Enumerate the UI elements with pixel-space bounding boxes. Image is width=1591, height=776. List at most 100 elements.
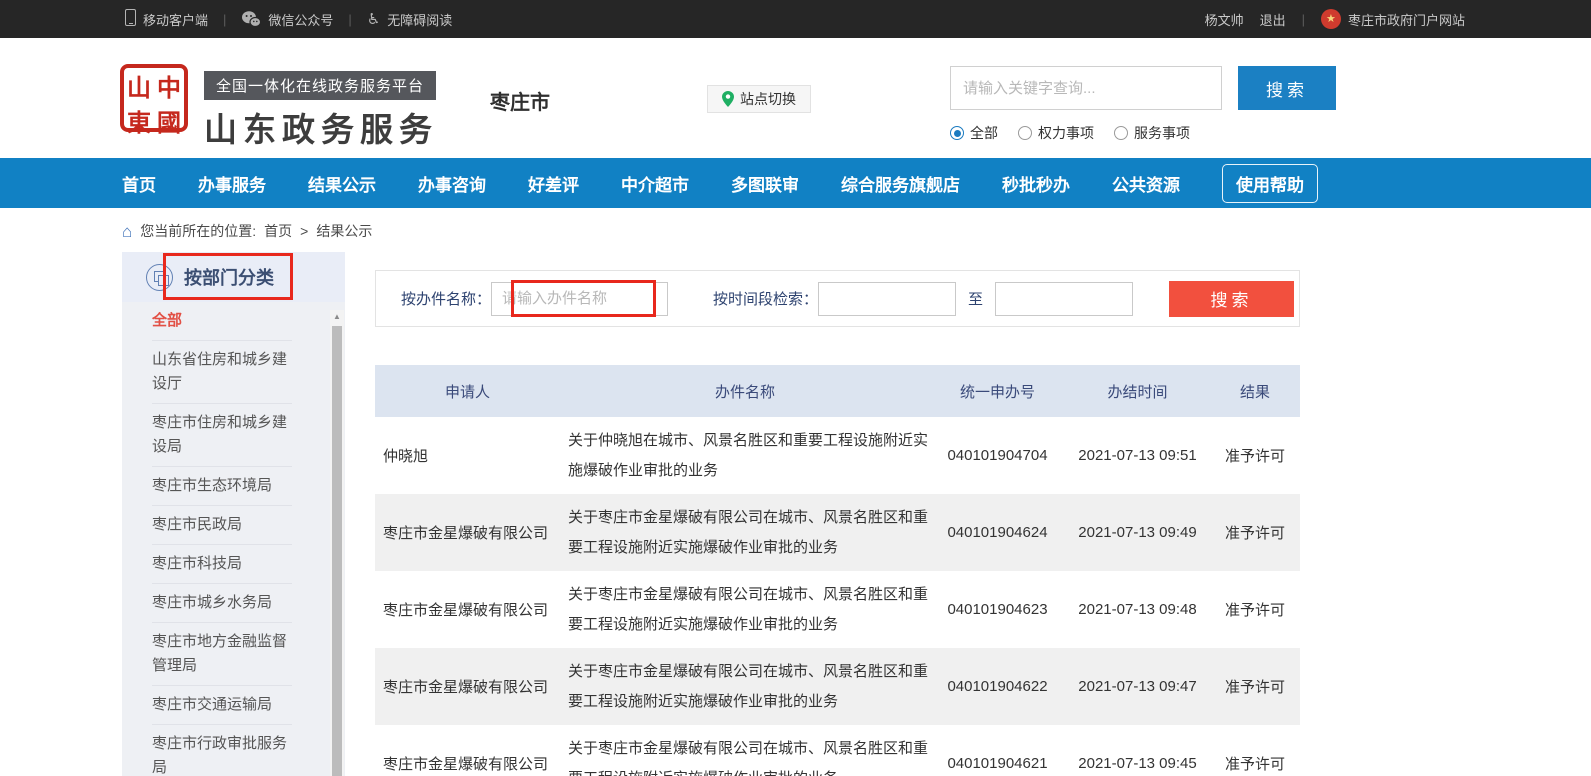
mobile-icon (125, 9, 136, 29)
nav-item[interactable]: 首页 (122, 171, 156, 196)
cell-apply-no: 040101904621 (930, 755, 1065, 772)
username[interactable]: 杨文帅 (1205, 10, 1244, 29)
breadcrumb-home-link[interactable]: 首页 (264, 221, 292, 241)
col-header-apply-no: 统一申办号 (930, 381, 1065, 402)
nav-item[interactable]: 结果公示 (308, 171, 376, 196)
sidebar-scrollbar[interactable]: ▲ (330, 310, 344, 776)
cell-finish-time: 2021-07-13 09:51 (1065, 447, 1210, 464)
department-item[interactable]: 全部 (152, 302, 292, 341)
cell-item-name: 关于枣庄市金星爆破有限公司在城市、风景名胜区和重要工程设施附近实施爆破作业审批的… (560, 734, 930, 776)
seal-char: 中 (154, 68, 184, 103)
topbar-user-area: 杨文帅 退出 | ★ 枣庄市政府门户网站 (1205, 9, 1465, 29)
portal-link-label: 枣庄市政府门户网站 (1348, 10, 1465, 29)
portal-link[interactable]: ★ 枣庄市政府门户网站 (1321, 9, 1465, 29)
department-item[interactable]: 枣庄市生态环境局 (152, 467, 292, 506)
nav-item[interactable]: 使用帮助 (1222, 164, 1318, 203)
name-filter-label: 按办件名称： (401, 288, 491, 309)
radio-icon[interactable] (1114, 126, 1128, 140)
department-item[interactable]: 枣庄市民政局 (152, 506, 292, 545)
cell-applicant: 枣庄市金星爆破有限公司 (375, 599, 560, 620)
nav-item[interactable]: 办事服务 (198, 171, 266, 196)
cell-result: 准予许可 (1210, 522, 1300, 543)
seal-char: 山 (124, 68, 154, 103)
department-list-panel: 全部 山东省住房和城乡建设厅 枣庄市住房和城乡建设局 枣庄市生态环境局 枣庄市民… (122, 302, 345, 776)
cell-apply-no: 040101904624 (930, 524, 1065, 541)
filter-search-button[interactable]: 搜索 (1169, 281, 1294, 317)
cell-finish-time: 2021-07-13 09:49 (1065, 524, 1210, 541)
table-row[interactable]: 仲晓旭 关于仲晓旭在城市、风景名胜区和重要工程设施附近实施爆破作业审批的业务 0… (375, 417, 1300, 494)
department-item[interactable]: 枣庄市行政审批服务局 (152, 725, 292, 776)
cell-item-name: 关于枣庄市金星爆破有限公司在城市、风景名胜区和重要工程设施附近实施爆破作业审批的… (560, 580, 930, 640)
logo-text-block: 全国一体化在线政务服务平台 山东政务服务 (204, 71, 438, 151)
cell-apply-no: 040101904704 (930, 447, 1065, 464)
keyword-search-input[interactable] (950, 66, 1222, 110)
cell-item-name: 关于枣庄市金星爆破有限公司在城市、风景名胜区和重要工程设施附近实施爆破作业审批的… (560, 657, 930, 717)
scope-radio-option[interactable]: 权力事项 (1018, 123, 1094, 143)
department-item[interactable]: 枣庄市交通运输局 (152, 686, 292, 725)
radio-icon[interactable] (1018, 126, 1032, 140)
shandong-seal-logo: 山 中 東 國 (120, 64, 188, 132)
topbar-link[interactable]: 微信公众号 (241, 10, 333, 29)
cell-result: 准予许可 (1210, 599, 1300, 620)
cell-applicant: 枣庄市金星爆破有限公司 (375, 753, 560, 774)
site-switch-button[interactable]: 站点切换 (707, 85, 811, 113)
topbar-link-label: 无障碍阅读 (387, 10, 452, 29)
nav-item[interactable]: 多图联审 (731, 171, 799, 196)
seal-char: 國 (154, 103, 184, 138)
topbar-links: 移动客户端 | 微信公众号 | ♿ 无障碍阅读 (125, 9, 452, 29)
col-header-applicant: 申请人 (375, 381, 560, 402)
current-city: 枣庄市 (490, 86, 550, 115)
cell-finish-time: 2021-07-13 09:45 (1065, 755, 1210, 772)
nav-item[interactable]: 秒批秒办 (1002, 171, 1070, 196)
keyword-search-button[interactable]: 搜索 (1238, 66, 1336, 110)
department-item[interactable]: 枣庄市科技局 (152, 545, 292, 584)
table-row[interactable]: 枣庄市金星爆破有限公司 关于枣庄市金星爆破有限公司在城市、风景名胜区和重要工程设… (375, 494, 1300, 571)
breadcrumb-separator: > (300, 223, 308, 239)
department-item[interactable]: 枣庄市住房和城乡建设局 (152, 404, 292, 467)
scope-radio-option[interactable]: 全部 (950, 123, 998, 143)
date-from-input[interactable] (818, 282, 956, 316)
main-navigation: 首页 办事服务 结果公示 办事咨询 好差评 中介超市 多图联审 综合服务旗舰店 … (0, 158, 1591, 208)
department-item[interactable]: 山东省住房和城乡建设厅 (152, 341, 292, 404)
department-item[interactable]: 枣庄市城乡水务局 (152, 584, 292, 623)
table-row[interactable]: 枣庄市金星爆破有限公司 关于枣庄市金星爆破有限公司在城市、风景名胜区和重要工程设… (375, 648, 1300, 725)
national-emblem-icon: ★ (1321, 9, 1341, 29)
scope-radio-option[interactable]: 服务事项 (1114, 123, 1190, 143)
topbar-link[interactable]: 移动客户端 (125, 9, 208, 29)
date-to-input[interactable] (995, 282, 1133, 316)
platform-badge: 全国一体化在线政务服务平台 (204, 71, 436, 100)
site-header: 山 中 東 國 全国一体化在线政务服务平台 山东政务服务 枣庄市 站点切换 搜索… (0, 38, 1591, 158)
breadcrumb-current: 结果公示 (316, 221, 372, 241)
to-label: 至 (968, 288, 983, 309)
logout-link[interactable]: 退出 (1260, 10, 1286, 29)
scroll-up-arrow[interactable]: ▲ (330, 310, 344, 324)
sidebar-category-header: 按部门分类 (122, 252, 345, 302)
cell-apply-no: 040101904623 (930, 601, 1065, 618)
scrollbar-thumb[interactable] (332, 326, 342, 776)
topbar-link-label: 微信公众号 (268, 10, 333, 29)
nav-item[interactable]: 综合服务旗舰店 (841, 171, 960, 196)
item-name-input[interactable] (491, 282, 668, 316)
cell-item-name: 关于枣庄市金星爆破有限公司在城市、风景名胜区和重要工程设施附近实施爆破作业审批的… (560, 503, 930, 563)
table-row[interactable]: 枣庄市金星爆破有限公司 关于枣庄市金星爆破有限公司在城市、风景名胜区和重要工程设… (375, 571, 1300, 648)
cell-applicant: 枣庄市金星爆破有限公司 (375, 522, 560, 543)
col-header-item-name: 办件名称 (560, 381, 930, 402)
scope-radio-label: 全部 (970, 123, 998, 143)
nav-item[interactable]: 好差评 (528, 171, 579, 196)
nav-item[interactable]: 公共资源 (1112, 171, 1180, 196)
nav-item[interactable]: 中介超市 (621, 171, 689, 196)
table-row[interactable]: 枣庄市金星爆破有限公司 关于枣庄市金星爆破有限公司在城市、风景名胜区和重要工程设… (375, 725, 1300, 776)
top-utility-bar: 移动客户端 | 微信公众号 | ♿ 无障碍阅读 杨文帅 退出 | ★ 枣庄市政府… (0, 0, 1591, 38)
department-item[interactable]: 枣庄市地方金融监督管理局 (152, 623, 292, 686)
cell-applicant: 仲晓旭 (375, 445, 560, 466)
nav-item[interactable]: 办事咨询 (418, 171, 486, 196)
table-header-row: 申请人 办件名称 统一申办号 办结时间 结果 (375, 365, 1300, 417)
department-list: 全部 山东省住房和城乡建设厅 枣庄市住房和城乡建设局 枣庄市生态环境局 枣庄市民… (152, 302, 292, 776)
radio-icon[interactable] (950, 126, 964, 140)
topbar-link[interactable]: ♿ 无障碍阅读 (367, 10, 452, 29)
scope-radio-label: 权力事项 (1038, 123, 1094, 143)
cell-item-name: 关于仲晓旭在城市、风景名胜区和重要工程设施附近实施爆破作业审批的业务 (560, 426, 930, 486)
divider: | (348, 12, 351, 27)
seal-char: 東 (124, 103, 154, 138)
site-title: 山东政务服务 (204, 103, 438, 151)
